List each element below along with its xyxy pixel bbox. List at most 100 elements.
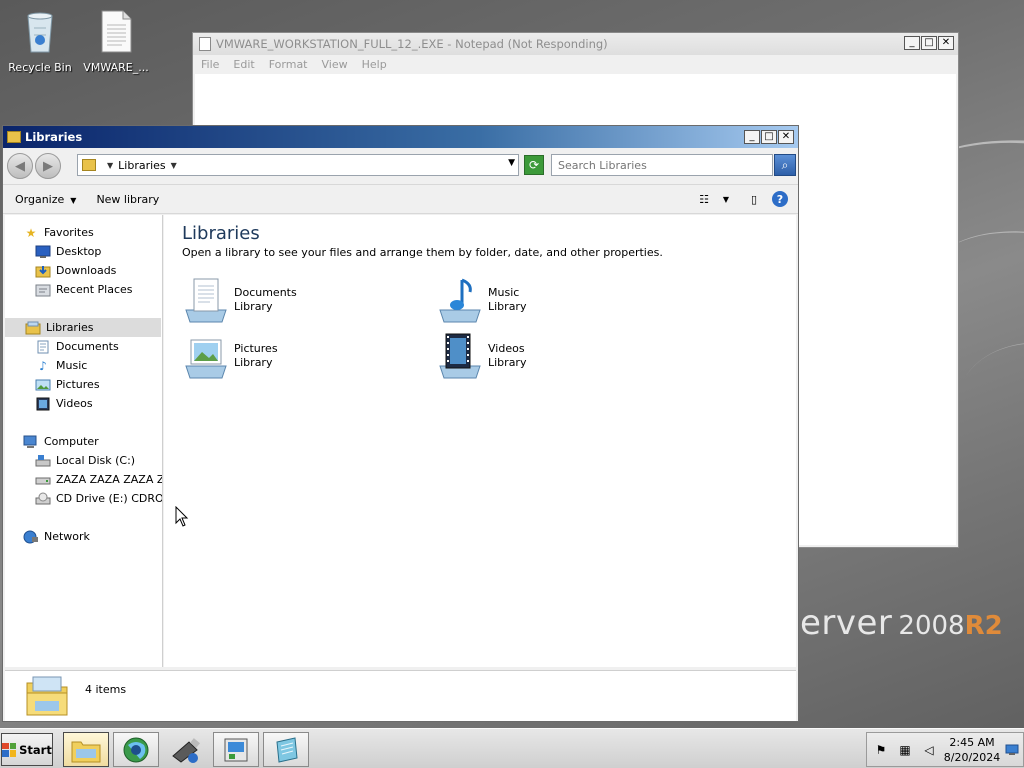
maximize-button[interactable]: □: [761, 130, 777, 144]
notepad-menubar: File Edit Format View Help: [193, 55, 958, 73]
library-name: Music: [488, 286, 520, 299]
minimize-button[interactable]: _: [904, 36, 920, 50]
nav-local-disk-c[interactable]: Local Disk (C:): [35, 451, 135, 470]
taskbar-server-manager[interactable]: [213, 732, 259, 767]
explorer-folder-icon: [71, 741, 101, 762]
refresh-button[interactable]: ⟳: [524, 155, 544, 175]
network-icon: [23, 530, 39, 544]
address-dropdown-icon[interactable]: ▼: [508, 158, 515, 168]
start-label: Start: [19, 742, 52, 757]
help-icon[interactable]: ?: [772, 191, 788, 207]
library-music[interactable]: Music Library: [436, 276, 526, 324]
nav-label: Libraries: [46, 321, 94, 334]
show-desktop-icon[interactable]: [1005, 743, 1019, 757]
navigation-pane[interactable]: ★ Favorites Desktop Downloads Recent Plac…: [5, 215, 163, 667]
nav-libraries[interactable]: Libraries: [5, 318, 161, 337]
taskbar-internet-explorer[interactable]: [113, 732, 159, 767]
desktop-icon-label: VMWARE_...: [83, 61, 149, 74]
library-documents[interactable]: Documents Library: [182, 276, 297, 324]
library-videos[interactable]: Videos Library: [436, 332, 526, 380]
library-type: Library: [234, 300, 273, 313]
back-button[interactable]: ◀: [7, 153, 33, 179]
view-options-dropdown-icon[interactable]: ▼: [716, 189, 736, 209]
library-pictures[interactable]: Pictures Library: [182, 332, 278, 380]
breadcrumb-arrow-icon[interactable]: ▼: [107, 161, 113, 170]
library-type: Library: [234, 356, 273, 369]
content-pane[interactable]: Libraries Open a library to see your fil…: [164, 215, 796, 667]
library-label: Videos Library: [488, 342, 526, 370]
maximize-button[interactable]: □: [921, 36, 937, 50]
organize-button[interactable]: Organize ▼: [15, 193, 76, 206]
close-button[interactable]: ✕: [938, 36, 954, 50]
taskbar-notepad[interactable]: [263, 732, 309, 767]
close-button[interactable]: ✕: [778, 130, 794, 144]
menu-edit[interactable]: Edit: [233, 58, 254, 71]
preview-pane-icon[interactable]: ▯: [744, 189, 764, 209]
address-bar[interactable]: ▼ Libraries ▼ ▼: [77, 154, 519, 176]
nav-desktop[interactable]: Desktop: [35, 242, 101, 261]
nav-music[interactable]: ♪ Music: [35, 356, 87, 375]
desktop-icon-vmware-file[interactable]: VMWARE_...: [76, 8, 156, 74]
volume-icon[interactable]: ◁: [921, 743, 937, 757]
library-type: Library: [488, 356, 527, 369]
page-description: Open a library to see your files and arr…: [182, 246, 663, 259]
libraries-folder-icon: [26, 676, 68, 716]
library-name: Pictures: [234, 342, 278, 355]
downloads-folder-icon: [35, 264, 51, 278]
page-title: Libraries: [182, 223, 260, 244]
usb-icon: [172, 737, 200, 763]
menu-file[interactable]: File: [201, 58, 219, 71]
nav-downloads[interactable]: Downloads: [35, 261, 116, 280]
nav-label: Recent Places: [56, 283, 133, 296]
nav-favorites[interactable]: ★ Favorites: [23, 223, 94, 242]
branding-version: 2008: [898, 611, 965, 641]
menu-help[interactable]: Help: [362, 58, 387, 71]
nav-label: Music: [56, 359, 88, 372]
documents-icon: [35, 340, 51, 354]
nav-label: Favorites: [44, 226, 94, 239]
minimize-button[interactable]: _: [744, 130, 760, 144]
clock-date: 8/20/2024: [943, 751, 1001, 764]
nav-label: Local Disk (C:): [56, 454, 136, 467]
back-arrow-icon: ◀: [15, 158, 25, 174]
search-icon: ⌕: [781, 157, 789, 172]
desktop-icon-recycle-bin[interactable]: Recycle Bin: [0, 8, 80, 74]
library-label: Pictures Library: [234, 342, 278, 370]
globe-icon: [123, 737, 149, 762]
search-input[interactable]: [551, 154, 773, 176]
library-name: Documents: [234, 286, 297, 299]
clock-time: 2:45 AM: [949, 736, 995, 749]
breadcrumb-arrow-icon[interactable]: ▼: [171, 161, 177, 170]
nav-videos[interactable]: Videos: [35, 394, 93, 413]
menu-view[interactable]: View: [322, 58, 348, 71]
nav-cd-drive-e[interactable]: CD Drive (E:) CDROM: [35, 489, 162, 508]
computer-icon: [23, 435, 39, 449]
explorer-window[interactable]: Libraries _ □ ✕ ◀ ▶ ▼ Libraries ▼ ▼ ⟳ ⌕ …: [2, 125, 799, 722]
breadcrumb-libraries[interactable]: Libraries: [118, 159, 166, 172]
forward-button[interactable]: ▶: [35, 153, 61, 179]
cd-drive-icon: [35, 492, 51, 506]
start-button[interactable]: Start: [1, 733, 53, 766]
nav-label: Pictures: [56, 378, 100, 391]
nav-computer[interactable]: Computer: [23, 432, 99, 451]
desktop-icon: [35, 245, 51, 259]
clock[interactable]: 2:45 AM 8/20/2024: [943, 735, 1001, 765]
explorer-titlebar[interactable]: Libraries: [3, 126, 798, 148]
change-view-icon[interactable]: ☷: [694, 189, 714, 209]
search-button[interactable]: ⌕: [774, 154, 796, 176]
documents-library-icon: [185, 278, 227, 323]
network-icon[interactable]: ▦: [897, 743, 913, 757]
flag-icon[interactable]: ⚑: [873, 743, 889, 757]
nav-documents[interactable]: Documents: [35, 337, 119, 356]
desktop-icon-label: Recycle Bin: [8, 61, 72, 74]
new-library-button[interactable]: New library: [96, 193, 159, 206]
notepad-titlebar[interactable]: VMWARE_WORKSTATION_FULL_12_.EXE - Notepa…: [193, 33, 958, 55]
menu-format[interactable]: Format: [269, 58, 308, 71]
nav-removable-drive[interactable]: ZAZA ZAZA ZAZA ZAZ: [35, 470, 162, 489]
nav-network[interactable]: Network: [23, 527, 90, 546]
nav-pictures[interactable]: Pictures: [35, 375, 100, 394]
libraries-icon: [82, 159, 96, 171]
taskbar-usb-device[interactable]: [163, 732, 209, 767]
nav-recent-places[interactable]: Recent Places: [35, 280, 133, 299]
taskbar-windows-explorer[interactable]: [63, 732, 109, 767]
